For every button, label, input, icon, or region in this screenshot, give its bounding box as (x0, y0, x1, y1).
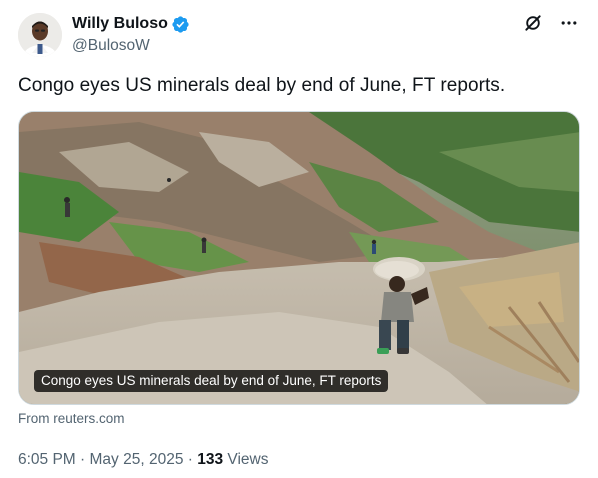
tweet-date[interactable]: May 25, 2025 (90, 451, 184, 468)
tweet-meta: 6:05 PM · May 25, 2025 · 133 Views (18, 451, 268, 469)
link-card-image[interactable]: Congo eyes US minerals deal by end of Ju… (18, 111, 580, 405)
link-source[interactable]: From reuters.com (18, 411, 125, 426)
meta-separator: · (75, 451, 90, 468)
views-label: Views (223, 451, 269, 468)
more-icon[interactable] (558, 12, 580, 34)
views-count: 133 (197, 451, 224, 468)
tweet-text: Congo eyes US minerals deal by end of Ju… (18, 75, 506, 96)
avatar[interactable] (18, 13, 62, 57)
user-handle[interactable]: @BulosoW (72, 37, 190, 55)
meta-separator: · (183, 451, 198, 468)
name-row: Willy Buloso (72, 13, 190, 35)
tweet-time[interactable]: 6:05 PM (18, 451, 76, 468)
author-block: Willy Buloso @BulosoW (72, 13, 190, 55)
avatar-image (18, 13, 62, 57)
link-card-title[interactable]: Congo eyes US minerals deal by end of Ju… (34, 370, 389, 392)
mine-photo (19, 112, 579, 404)
verified-badge-icon (171, 15, 190, 34)
tweet-card: Willy Buloso @BulosoW Congo eyes US mine… (0, 0, 598, 478)
top-actions (522, 12, 580, 34)
grok-icon[interactable] (522, 12, 544, 34)
display-name[interactable]: Willy Buloso (72, 15, 168, 33)
